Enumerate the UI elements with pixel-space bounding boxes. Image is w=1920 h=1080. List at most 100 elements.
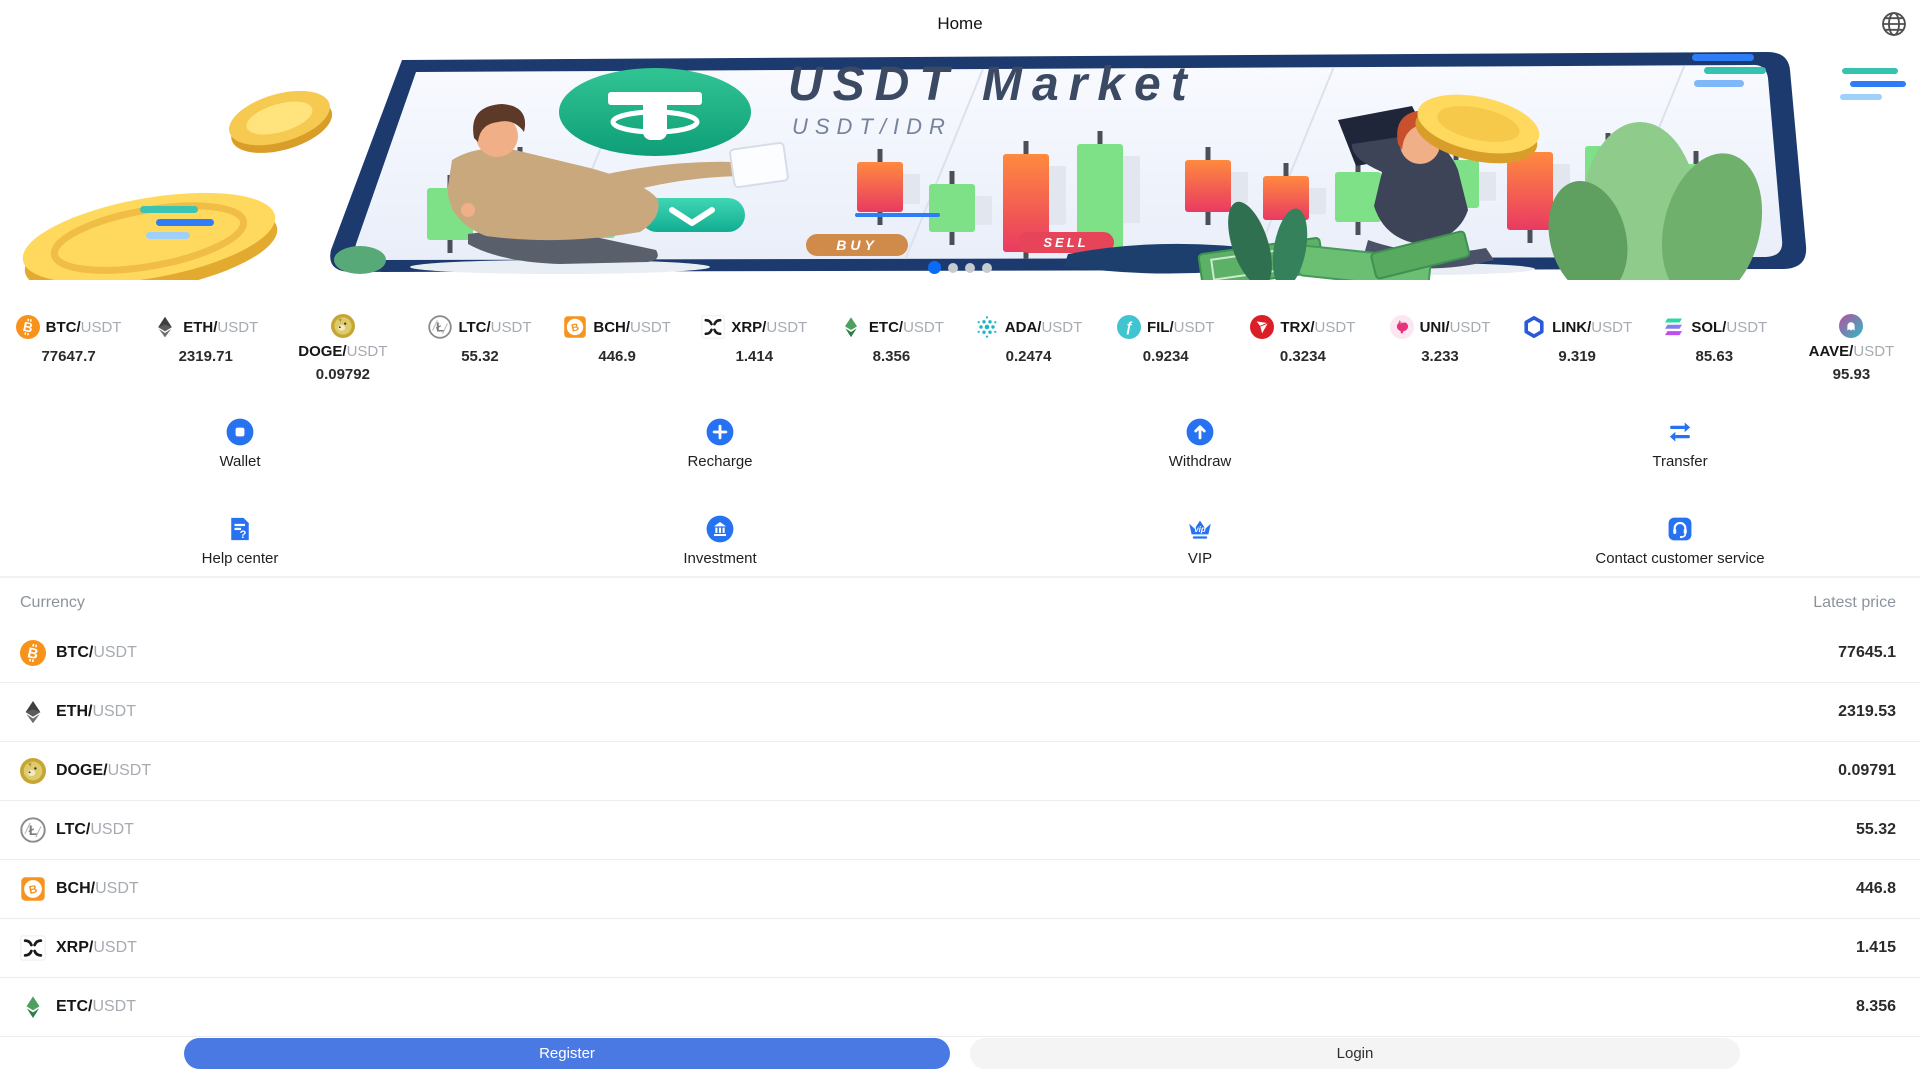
market-row-xrp[interactable]: XRP/USDT 1.415 xyxy=(0,919,1920,978)
column-latest-price: Latest price xyxy=(1813,594,1896,611)
carousel-dot-2[interactable] xyxy=(948,262,958,273)
globe-icon[interactable] xyxy=(1880,10,1908,38)
action-investment[interactable]: Investment xyxy=(480,515,960,576)
ticker-pair: LINK/USDT xyxy=(1552,318,1633,336)
market-row-bch[interactable]: B BCH/USDT 446.8 xyxy=(0,860,1920,919)
page-title: Home xyxy=(937,14,983,33)
ticker-price: 9.319 xyxy=(1558,348,1596,365)
action-transfer[interactable]: Transfer xyxy=(1440,418,1920,479)
uni-icon xyxy=(1389,315,1414,339)
market-row-eth[interactable]: ETH/USDT 2319.53 xyxy=(0,683,1920,742)
ticker-row: B BTC/USDT 77647.7 ETH/USDT 2319.71 DOGE… xyxy=(0,280,1920,392)
xrp-icon xyxy=(20,935,46,961)
action-vip[interactable]: vip VIP xyxy=(960,515,1440,576)
market-table-header: Currency Latest price xyxy=(0,578,1920,624)
ticker-price: 95.93 xyxy=(1832,366,1871,383)
carousel-dot-4[interactable] xyxy=(982,262,992,273)
market-row-doge[interactable]: DOGE/USDT 0.09791 xyxy=(0,742,1920,801)
register-button[interactable]: Register xyxy=(184,1038,950,1069)
market-row-btc[interactable]: B BTC/USDT 77645.1 xyxy=(0,624,1920,683)
ticker-item-etc[interactable]: ETC/USDT 8.356 xyxy=(823,314,960,392)
ticker-price: 77647.7 xyxy=(41,348,96,365)
market-row-ltc[interactable]: Ł LTC/USDT 55.32 xyxy=(0,801,1920,860)
market-row-etc[interactable]: ETC/USDT 8.356 xyxy=(0,978,1920,1037)
top-bar: Home xyxy=(0,0,1920,48)
ticker-pair: LTC/USDT xyxy=(458,318,532,336)
eth-icon xyxy=(20,699,46,725)
ticker-pair: ADA/USDT xyxy=(1004,318,1083,336)
ticker-price: 0.09792 xyxy=(315,366,370,383)
help-center-icon: ? xyxy=(226,515,254,543)
xrp-icon xyxy=(701,315,726,339)
ada-icon xyxy=(975,315,999,339)
customer-service-icon xyxy=(1666,515,1694,543)
ticker-item-bch[interactable]: B BCH/USDT 446.9 xyxy=(549,314,686,392)
market-price: 77645.1 xyxy=(1838,644,1896,661)
ticker-item-btc[interactable]: B BTC/USDT 77647.7 xyxy=(0,314,137,392)
ticker-item-ltc[interactable]: Ł LTC/USDT 55.32 xyxy=(411,314,548,392)
action-label: Transfer xyxy=(1652,453,1708,470)
svg-text:vip: vip xyxy=(1194,525,1206,534)
banner-carousel[interactable]: USDT Market USDT/IDR BUY SELL xyxy=(0,48,1920,280)
banner-illustration: USDT Market USDT/IDR BUY SELL xyxy=(22,51,1906,280)
link-icon xyxy=(1522,315,1546,339)
ltc-icon: Ł xyxy=(428,315,453,339)
ticker-item-eth[interactable]: ETH/USDT 2319.71 xyxy=(137,314,274,392)
ticker-item-uni[interactable]: UNI/USDT 3.233 xyxy=(1371,314,1508,392)
market-pair: BCH/USDT xyxy=(56,880,139,897)
ticker-price: 2319.71 xyxy=(178,348,233,365)
ticker-price: 85.63 xyxy=(1695,348,1734,365)
ticker-item-doge[interactable]: DOGE/USDT 0.09792 xyxy=(274,314,411,392)
action-label: Recharge xyxy=(687,453,753,470)
aave-icon xyxy=(1839,314,1864,338)
action-label: Contact customer service xyxy=(1595,550,1765,567)
market-pair: BTC/USDT xyxy=(56,644,137,661)
action-contact-customer-service[interactable]: Contact customer service xyxy=(1440,515,1920,576)
doge-icon xyxy=(20,758,46,784)
market-table: Currency Latest price B BTC/USDT 77645.1… xyxy=(0,576,1920,1037)
trx-icon xyxy=(1250,315,1275,339)
ticker-pair: SOL/USDT xyxy=(1691,318,1768,336)
ticker-price: 0.3234 xyxy=(1279,348,1326,365)
market-pair: ETH/USDT xyxy=(56,703,137,720)
market-pair: XRP/USDT xyxy=(56,939,137,956)
action-label: Help center xyxy=(201,550,279,567)
ticker-pair: ETC/USDT xyxy=(868,318,944,336)
action-withdraw[interactable]: Withdraw xyxy=(960,418,1440,479)
ticker-item-ada[interactable]: ADA/USDT 0.2474 xyxy=(960,314,1097,392)
eth-icon xyxy=(153,315,177,339)
market-pair: ETC/USDT xyxy=(56,998,137,1015)
ticker-pair: DOGE/USDT xyxy=(298,343,388,360)
ticker-pair: FIL/USDT xyxy=(1146,318,1215,336)
ticker-pair: AAVE/USDT xyxy=(1808,343,1895,360)
bch-icon: B xyxy=(563,315,587,339)
btc-icon: B xyxy=(15,315,40,339)
doge-icon xyxy=(330,314,355,338)
investment-icon xyxy=(706,515,734,543)
ticker-pair: UNI/USDT xyxy=(1419,318,1491,336)
action-label: Withdraw xyxy=(1168,453,1232,470)
carousel-dot-3[interactable] xyxy=(965,262,975,273)
etc-icon xyxy=(839,315,863,339)
ticker-price: 3.233 xyxy=(1421,348,1459,365)
banner-title: USDT Market xyxy=(788,58,1197,111)
ticker-item-sol[interactable]: SOL/USDT 85.63 xyxy=(1646,314,1783,392)
gold-coin-small xyxy=(229,90,333,153)
action-recharge[interactable]: Recharge xyxy=(480,418,960,479)
ticker-item-trx[interactable]: TRX/USDT 0.3234 xyxy=(1234,314,1371,392)
ticker-item-aave[interactable]: AAVE/USDT 95.93 xyxy=(1783,314,1920,392)
svg-text:BUY: BUY xyxy=(836,237,878,253)
ticker-item-xrp[interactable]: XRP/USDT 1.414 xyxy=(686,314,823,392)
action-help-center[interactable]: ? Help center xyxy=(0,515,480,576)
withdraw-icon xyxy=(1186,418,1214,446)
market-price: 446.8 xyxy=(1855,880,1896,897)
vip-icon: vip xyxy=(1186,515,1214,543)
market-price: 55.32 xyxy=(1855,821,1896,838)
carousel-dot-1[interactable] xyxy=(928,261,941,274)
action-wallet[interactable]: Wallet xyxy=(0,418,480,479)
login-button[interactable]: Login xyxy=(970,1038,1740,1069)
ticker-item-link[interactable]: LINK/USDT 9.319 xyxy=(1509,314,1646,392)
ticker-item-fil[interactable]: ƒ FIL/USDT 0.9234 xyxy=(1097,314,1234,392)
gold-coin-large xyxy=(22,192,278,280)
bch-icon: B xyxy=(20,876,46,902)
